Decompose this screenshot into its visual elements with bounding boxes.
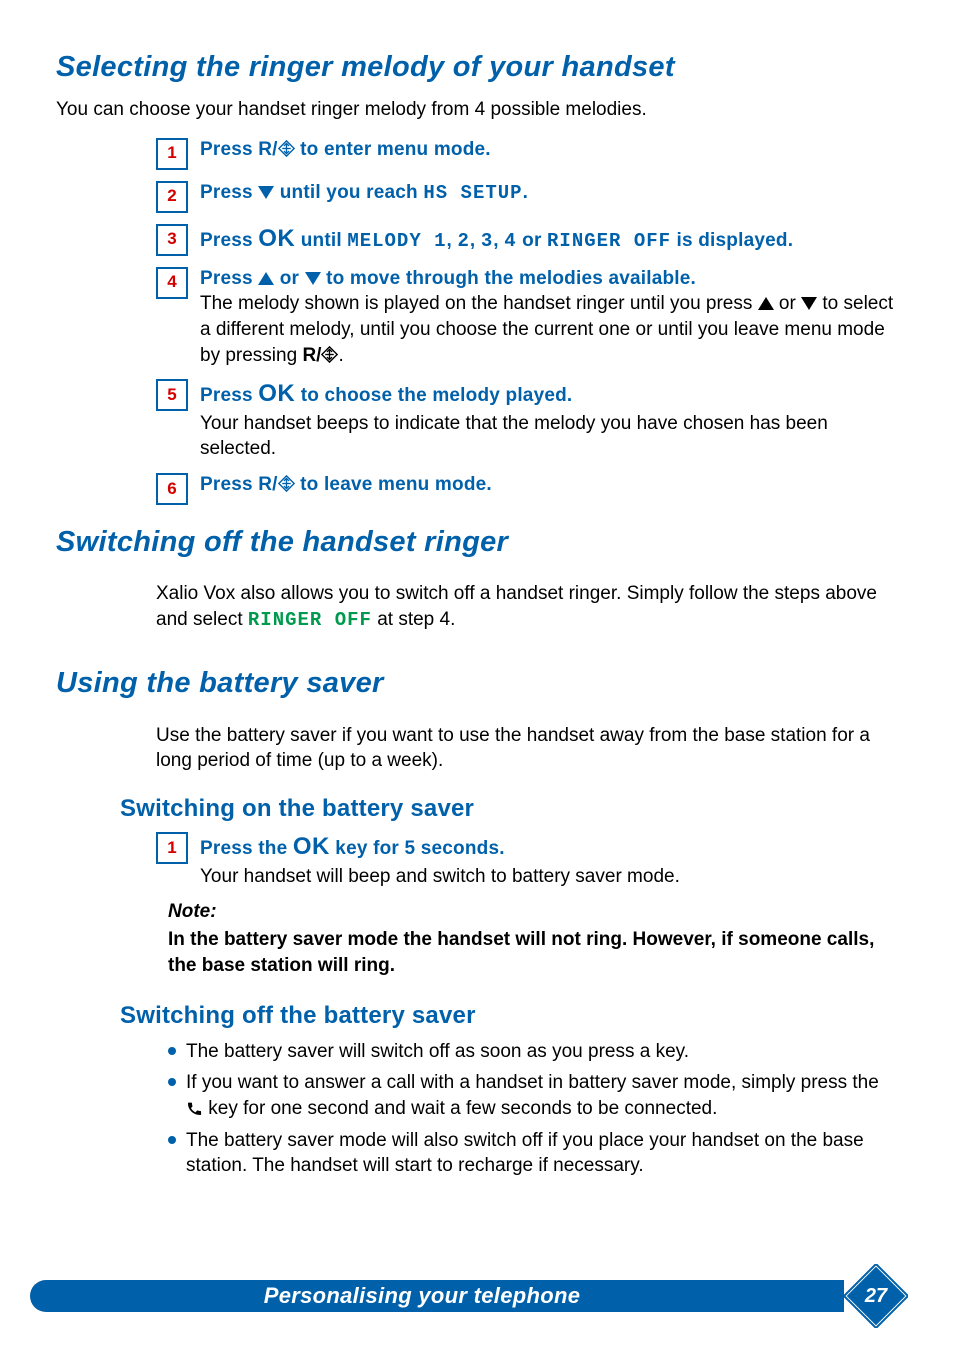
step-3: 3 Press OK until MELODY 1, 2, 3, 4 or RI… bbox=[156, 223, 898, 256]
bullet-icon bbox=[168, 1078, 176, 1086]
step-6: 6 Press R/ to leave menu mode. bbox=[156, 472, 898, 505]
step-text: Press bbox=[200, 268, 258, 289]
list-text: The battery saver mode will also switch … bbox=[186, 1128, 890, 1179]
step-text: Press bbox=[200, 385, 258, 406]
page-footer: Personalising your telephone 27 bbox=[0, 1276, 954, 1316]
step-2: 2 Press until you reach HS SETUP. bbox=[156, 180, 898, 213]
nav-diamond-icon bbox=[321, 346, 338, 363]
list-text: The battery saver will switch off as soo… bbox=[186, 1039, 689, 1065]
footer-label: Personalising your telephone bbox=[0, 1280, 844, 1312]
menu-code: 4 bbox=[504, 230, 516, 252]
step-text: Press the bbox=[200, 838, 293, 859]
step-number: 6 bbox=[156, 473, 188, 505]
step-1: 1 Press R/ to enter menu mode. bbox=[156, 137, 898, 170]
step-text: to enter menu mode. bbox=[295, 139, 491, 160]
step-desc: Your handset beeps to indicate that the … bbox=[200, 411, 898, 462]
intro-melody: You can choose your handset ringer melod… bbox=[56, 97, 898, 123]
step-text: Press bbox=[200, 139, 258, 160]
menu-code: 3 bbox=[481, 230, 493, 252]
list-text: If you want to answer a call with a hand… bbox=[186, 1072, 879, 1093]
step-text: or bbox=[517, 230, 547, 251]
step-5: 5 Press OK to choose the melody played. … bbox=[156, 378, 898, 462]
step-desc: Your handset will beep and switch to bat… bbox=[200, 864, 898, 890]
triangle-up-icon bbox=[258, 272, 274, 285]
step-text: Press bbox=[200, 182, 258, 203]
step-text: , bbox=[470, 230, 481, 251]
note-heading: Note: bbox=[168, 899, 890, 925]
step-4: 4 Press or to move through the melodies … bbox=[156, 266, 898, 369]
step-text: , bbox=[493, 230, 504, 251]
heading-battery-saver: Using the battery saver bbox=[56, 664, 898, 703]
list-item: If you want to answer a call with a hand… bbox=[168, 1070, 890, 1121]
step-text: , bbox=[447, 230, 458, 251]
triangle-down-icon bbox=[801, 297, 817, 310]
key-r: R/ bbox=[258, 139, 277, 160]
heading-selecting-melody: Selecting the ringer melody of your hand… bbox=[56, 48, 898, 87]
battery-off-list: The battery saver will switch off as soo… bbox=[168, 1039, 890, 1179]
menu-code: RINGER OFF bbox=[248, 609, 372, 631]
battery-intro: Use the battery saver if you want to use… bbox=[156, 723, 890, 774]
page-content: Selecting the ringer melody of your hand… bbox=[0, 0, 954, 1179]
list-item: The battery saver mode will also switch … bbox=[168, 1128, 890, 1179]
step-number: 3 bbox=[156, 224, 188, 256]
step-text: to choose the melody played. bbox=[295, 385, 572, 406]
step-desc: . bbox=[338, 345, 343, 366]
step-desc: or bbox=[774, 293, 801, 314]
key-r: R/ bbox=[302, 345, 321, 366]
key-r: R/ bbox=[258, 474, 277, 495]
page-number: 27 bbox=[844, 1264, 908, 1328]
step-text: key for 5 seconds. bbox=[330, 838, 505, 859]
phone-icon bbox=[186, 1100, 203, 1117]
steps-battery-on: 1 Press the OK key for 5 seconds. Your h… bbox=[156, 831, 898, 889]
ok-key: OK bbox=[258, 380, 295, 407]
triangle-up-icon bbox=[758, 297, 774, 310]
step-text: to leave menu mode. bbox=[295, 474, 492, 495]
note-body: In the battery saver mode the handset wi… bbox=[168, 927, 890, 978]
subheading-battery-on: Switching on the battery saver bbox=[120, 793, 898, 825]
step-number: 1 bbox=[156, 138, 188, 170]
ok-key: OK bbox=[293, 833, 330, 860]
nav-diamond-icon bbox=[278, 140, 295, 157]
step-number: 5 bbox=[156, 379, 188, 411]
menu-code: HS SETUP bbox=[423, 182, 522, 204]
step-text: to move through the melodies available. bbox=[321, 268, 696, 289]
nav-diamond-icon bbox=[278, 475, 295, 492]
menu-code: MELODY 1 bbox=[347, 230, 446, 252]
step-text: until bbox=[295, 230, 347, 251]
subheading-battery-off: Switching off the battery saver bbox=[120, 1000, 898, 1032]
steps-melody: 1 Press R/ to enter menu mode. 2 Press u… bbox=[156, 137, 898, 505]
step-text: or bbox=[274, 268, 304, 289]
menu-code: 2 bbox=[458, 230, 470, 252]
heading-switch-off-ringer: Switching off the handset ringer bbox=[56, 523, 898, 562]
step-number: 4 bbox=[156, 267, 188, 299]
step-1: 1 Press the OK key for 5 seconds. Your h… bbox=[156, 831, 898, 889]
ok-key: OK bbox=[258, 225, 295, 252]
menu-code: RINGER OFF bbox=[547, 230, 671, 252]
list-text: key for one second and wait a few second… bbox=[203, 1098, 717, 1119]
triangle-down-icon bbox=[305, 272, 321, 285]
step-desc: The melody shown is played on the handse… bbox=[200, 293, 758, 314]
step-text: Press bbox=[200, 474, 258, 495]
step-text: Press bbox=[200, 230, 258, 251]
step-number: 1 bbox=[156, 832, 188, 864]
triangle-down-icon bbox=[258, 186, 274, 199]
list-item: The battery saver will switch off as soo… bbox=[168, 1039, 890, 1065]
step-text: is displayed. bbox=[671, 230, 793, 251]
bullet-icon bbox=[168, 1047, 176, 1055]
step-text: . bbox=[523, 182, 528, 203]
ringer-off-para: Xalio Vox also allows you to switch off … bbox=[156, 581, 890, 633]
step-number: 2 bbox=[156, 181, 188, 213]
text: at step 4. bbox=[372, 609, 455, 630]
step-text: until you reach bbox=[274, 182, 423, 203]
bullet-icon bbox=[168, 1136, 176, 1144]
